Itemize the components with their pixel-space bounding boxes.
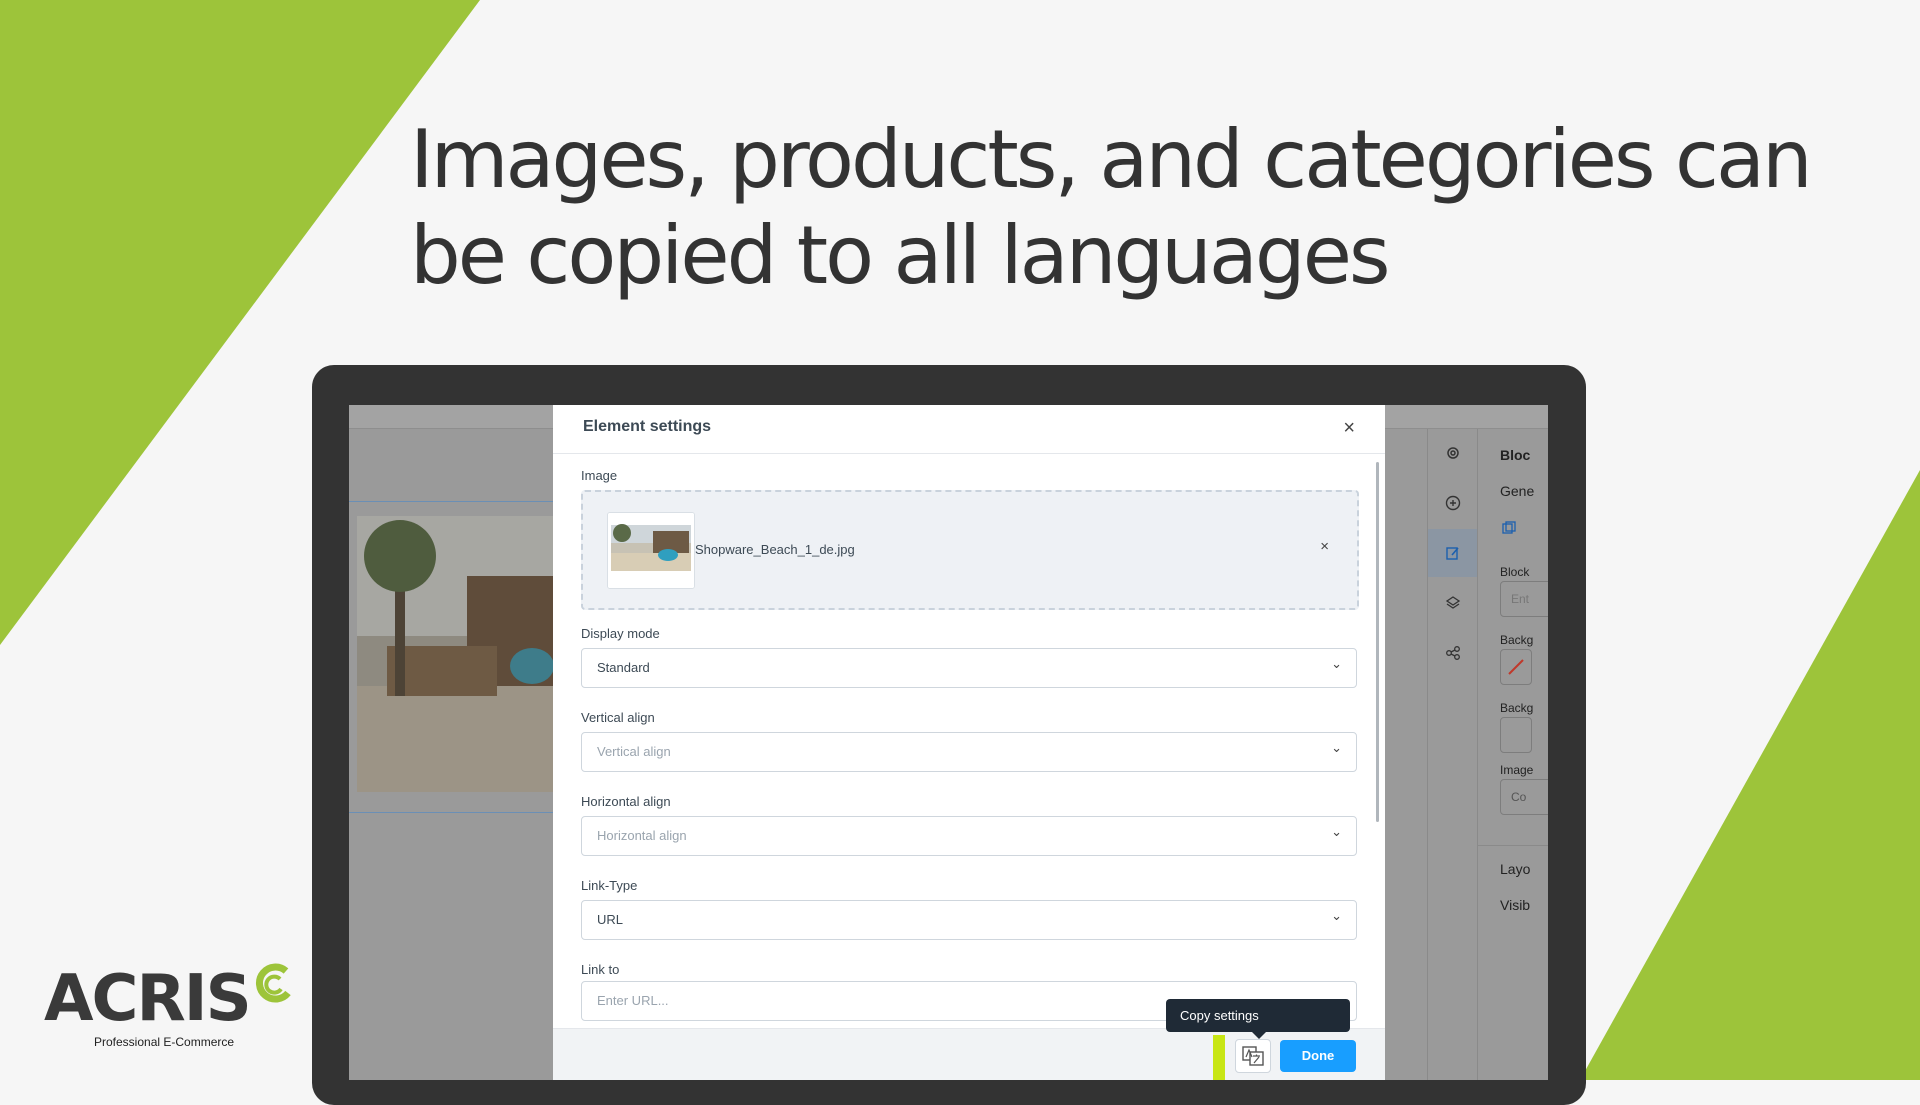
layers-icon[interactable]	[1428, 579, 1478, 627]
image-picker-icon[interactable]	[1500, 717, 1532, 753]
chevron-down-icon: ⌄	[1331, 740, 1342, 755]
beach-thumbnail-icon	[608, 513, 694, 588]
modal-header: Element settings ×	[553, 405, 1385, 454]
edit-icon[interactable]	[1428, 529, 1478, 577]
display-mode-select[interactable]: Standard ⌄	[581, 648, 1357, 688]
image-thumbnail	[607, 512, 695, 589]
image-label: Image	[581, 468, 618, 483]
translate-icon	[1242, 1046, 1264, 1066]
chevron-down-icon: ⌄	[1331, 656, 1342, 671]
acris-logo: ACRIS Professional E-Commerce	[40, 962, 300, 1049]
panel-field-label: Image	[1500, 763, 1534, 777]
copy-icon[interactable]	[1502, 521, 1516, 535]
settings-icon[interactable]	[1428, 429, 1478, 477]
panel-divider	[1478, 845, 1548, 846]
panel-select[interactable]: Co	[1500, 779, 1548, 815]
tooltip-text: Copy settings	[1180, 1008, 1259, 1023]
panel-field-label: Backg	[1500, 633, 1534, 647]
modal-title: Element settings	[583, 418, 712, 435]
done-button[interactable]: Done	[1280, 1040, 1356, 1072]
modal-scrollbar[interactable]	[1376, 462, 1379, 822]
link-type-label: Link-Type	[581, 878, 638, 893]
block-settings-panel: Bloc Gene Block Ent Backg Backg Image Co…	[1477, 429, 1548, 1080]
image-file-name: Shopware_Beach_1_de.jpg	[695, 542, 855, 557]
logo-wordmark: ACRIS	[44, 962, 252, 1036]
horizontal-align-select[interactable]: Horizontal align ⌄	[581, 816, 1357, 856]
copy-settings-tooltip: Copy settings	[1166, 999, 1350, 1039]
vertical-align-placeholder: Vertical align	[597, 744, 671, 759]
link-type-value: URL	[597, 912, 624, 927]
display-mode-label: Display mode	[581, 626, 660, 641]
panel-field-label: Block	[1500, 565, 1530, 579]
app-screen: Element settings × Image Shopware_Beach_…	[349, 405, 1548, 1080]
sidebar-rail	[1427, 429, 1478, 1080]
color-picker[interactable]	[1500, 649, 1532, 685]
image-dropzone[interactable]: Shopware_Beach_1_de.jpg ×	[581, 490, 1359, 610]
chevron-down-icon: ⌄	[1331, 908, 1342, 923]
headline: Images, products, and categories can be …	[410, 113, 1813, 302]
horizontal-align-label: Horizontal align	[581, 794, 671, 809]
copy-to-languages-button[interactable]	[1235, 1039, 1271, 1073]
display-mode-value: Standard	[597, 660, 650, 675]
link-to-placeholder: Enter URL...	[597, 993, 669, 1008]
logo-tagline: Professional E-Commerce	[94, 1035, 235, 1049]
logo-mark-icon	[255, 963, 291, 1003]
add-icon[interactable]	[1428, 479, 1478, 527]
element-settings-modal: Element settings × Image Shopware_Beach_…	[553, 405, 1385, 1080]
panel-title: Bloc	[1500, 447, 1531, 463]
link-to-label: Link to	[581, 962, 620, 977]
panel-input[interactable]: Ent	[1500, 581, 1548, 617]
share-icon[interactable]	[1428, 629, 1478, 677]
horizontal-align-placeholder: Horizontal align	[597, 828, 687, 843]
vertical-align-label: Vertical align	[581, 710, 655, 725]
panel-section-layout[interactable]: Layo	[1500, 861, 1530, 877]
vertical-align-select[interactable]: Vertical align ⌄	[581, 732, 1357, 772]
panel-section-visibility[interactable]: Visib	[1500, 897, 1530, 913]
panel-tab-general[interactable]: Gene	[1500, 483, 1534, 499]
highlight-marker	[1213, 1035, 1225, 1080]
panel-field-label: Backg	[1500, 701, 1534, 715]
link-type-select[interactable]: URL ⌄	[581, 900, 1357, 940]
beach-preview-image	[357, 516, 553, 792]
chevron-down-icon: ⌄	[1331, 824, 1342, 839]
green-diagonal-right	[1580, 470, 1920, 1080]
close-icon[interactable]: ×	[1343, 417, 1355, 440]
remove-image-icon[interactable]: ×	[1320, 538, 1329, 555]
